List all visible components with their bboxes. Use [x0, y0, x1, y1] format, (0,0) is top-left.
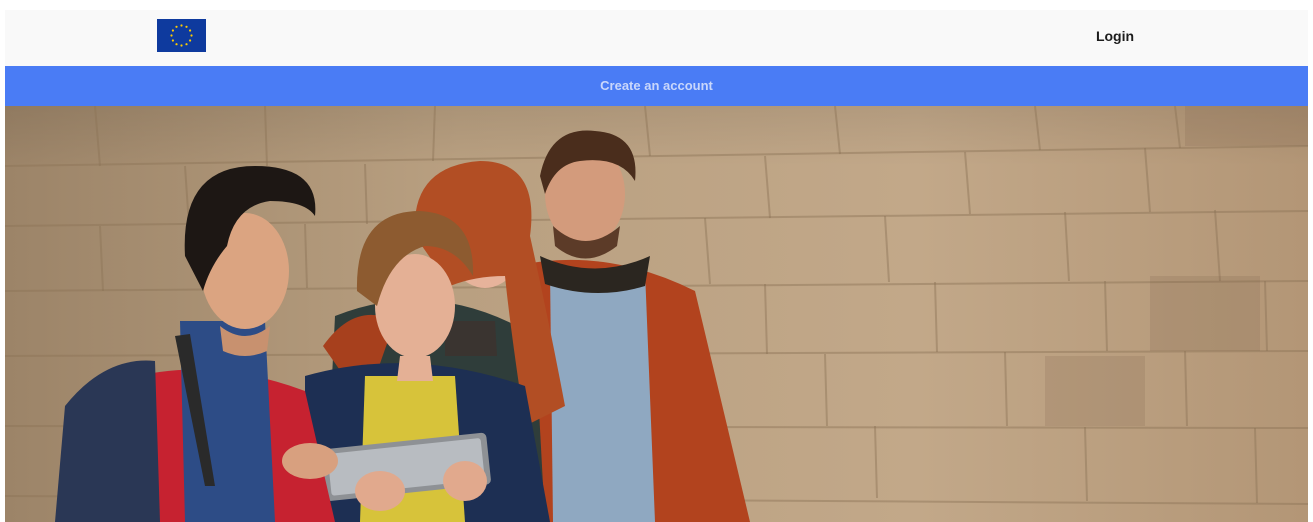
eu-flag-graphic [157, 19, 206, 52]
hero-image [5, 106, 1308, 522]
login-link[interactable]: Login [1065, 24, 1165, 48]
top-header: Login [5, 10, 1308, 66]
create-account-button[interactable]: Create an account [5, 66, 1308, 106]
hero-photo-illustration [5, 106, 1308, 522]
page-frame: Login Create an account [5, 10, 1308, 522]
eu-flag-icon[interactable] [157, 19, 206, 52]
